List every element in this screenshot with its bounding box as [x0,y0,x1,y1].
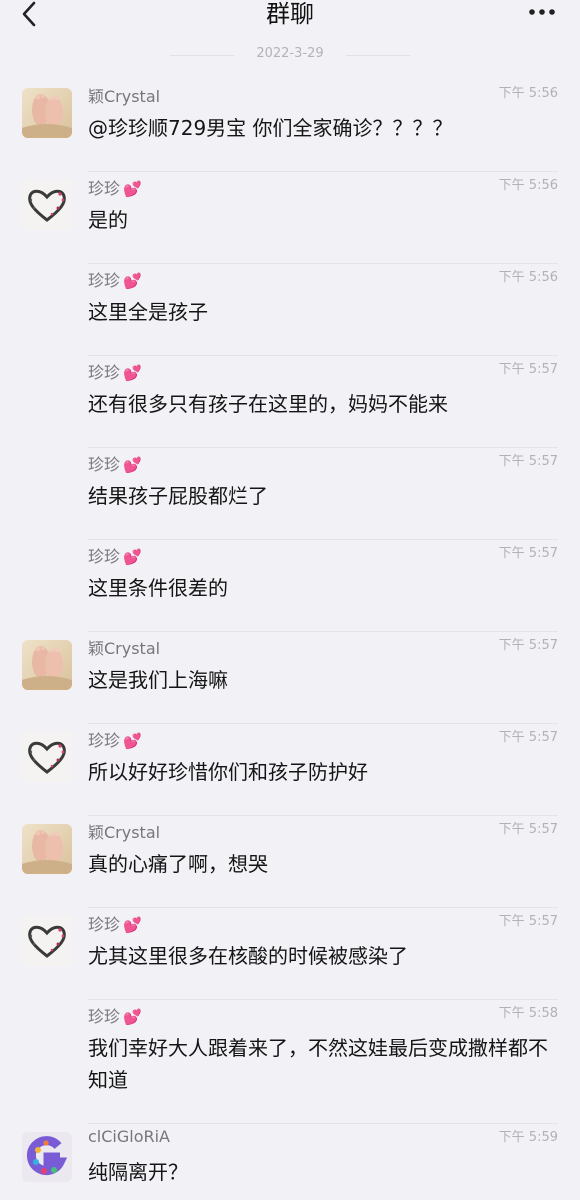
heart-icon: 💕 [123,456,142,474]
date-separator: 2022-3-29 [0,44,580,68]
message-row[interactable]: clCiGloRiA 下午 5:59 纯隔离开？ [0,1124,580,1200]
sender-name-text: 颖Crystal [88,823,161,842]
message-time: 下午 5:57 [498,822,558,837]
sender-name: 颖Crystal [88,83,160,107]
sender-name-text: 珍珍 [88,1007,121,1026]
message-time: 下午 5:57 [498,730,558,745]
message-time: 下午 5:56 [498,86,558,101]
sender-name-text: 珍珍 [88,547,121,566]
message-row[interactable]: 珍珍 💕 下午 5:57 还有很多只有孩子在这里的，妈妈不能来 [0,356,580,448]
message-text: 这是我们上海嘛 [88,668,228,692]
heart-icon: 💕 [123,364,142,382]
message-text: 纯隔离开？ [88,1160,188,1184]
sender-name: 珍珍 💕 [88,175,142,199]
sender-name-text: 珍珍 [88,179,121,198]
page-title: 群聊 [266,0,314,28]
message-text: 结果孩子屁股都烂了 [88,484,268,508]
avatar[interactable] [22,824,72,874]
more-button[interactable] [528,4,558,20]
heart-icon: 💕 [123,180,142,198]
message-text: 真的心痛了啊，想哭 [88,852,268,876]
sender-name-text: clCiGloRiA [88,1127,170,1146]
sender-name: 颖Crystal [88,635,160,659]
message-time: 下午 5:56 [498,270,558,285]
sender-name: 珍珍 💕 [88,267,142,291]
sender-name-text: 珍珍 [88,915,121,934]
message-time: 下午 5:57 [498,914,558,929]
chat-header: 群聊 [0,0,580,36]
sender-name-text: 珍珍 [88,363,121,382]
message-time: 下午 5:58 [498,1006,558,1021]
sender-name: 珍珍 💕 [88,911,142,935]
message-time: 下午 5:59 [498,1130,558,1145]
avatar[interactable] [22,732,72,782]
date-line-right [346,55,410,56]
message-text: 这里条件很差的 [88,576,228,600]
sender-name-text: 颖Crystal [88,87,161,106]
message-row[interactable]: 珍珍 💕 下午 5:57 这里条件很差的 [0,540,580,632]
message-row[interactable]: 颖Crystal 下午 5:57 这是我们上海嘛 [0,632,580,724]
message-row[interactable]: 颖Crystal 下午 5:57 真的心痛了啊，想哭 [0,816,580,908]
avatar[interactable] [22,88,72,138]
message-time: 下午 5:56 [498,178,558,193]
date-label: 2022-3-29 [256,46,324,61]
avatar[interactable] [22,180,72,230]
message-row[interactable]: 颖Crystal 下午 5:56 @珍珍顺729男宝 你们全家确诊？？？？ [0,80,580,172]
avatar[interactable] [22,1132,72,1182]
message-time: 下午 5:57 [498,638,558,653]
message-text: 所以好好珍惜你们和孩子防护好 [88,760,368,784]
message-time: 下午 5:57 [498,546,558,561]
message-text: 还有很多只有孩子在这里的，妈妈不能来 [88,392,448,416]
message-time: 下午 5:57 [498,454,558,469]
sender-name: 珍珍 💕 [88,1003,142,1027]
sender-name-text: 颖Crystal [88,639,161,658]
avatar[interactable] [22,640,72,690]
message-text: 是的 [88,208,128,232]
sender-name: 珍珍 💕 [88,543,142,567]
more-dots-icon [529,9,555,15]
sender-name: 珍珍 💕 [88,451,142,475]
message-text: @珍珍顺729男宝 你们全家确诊？？？？ [88,116,453,140]
heart-icon: 💕 [123,1008,142,1026]
message-row[interactable]: 珍珍 💕 下午 5:57 所以好好珍惜你们和孩子防护好 [0,724,580,816]
message-time: 下午 5:57 [498,362,558,377]
sender-name-text: 珍珍 [88,731,121,750]
heart-icon: 💕 [123,732,142,750]
message-text: 这里全是孩子 [88,300,208,324]
avatar[interactable] [22,916,72,966]
sender-name: 珍珍 💕 [88,359,142,383]
heart-icon: 💕 [123,916,142,934]
heart-icon: 💕 [123,548,142,566]
message-text: 我们幸好大人跟着来了，不然这娃最后变成撒样都不知道 [88,1036,548,1092]
message-row[interactable]: 珍珍 💕 下午 5:58 我们幸好大人跟着来了，不然这娃最后变成撒样都不知道 [0,1000,580,1124]
sender-name: clCiGloRiA [88,1127,170,1146]
message-row[interactable]: 珍珍 💕 下午 5:56 是的 [0,172,580,264]
sender-name: 珍珍 💕 [88,727,142,751]
heart-icon: 💕 [123,272,142,290]
message-row[interactable]: 珍珍 💕 下午 5:56 这里全是孩子 [0,264,580,356]
message-row[interactable]: 珍珍 💕 下午 5:57 结果孩子屁股都烂了 [0,448,580,540]
message-text: 尤其这里很多在核酸的时候被感染了 [88,944,408,968]
message-row[interactable]: 珍珍 💕 下午 5:57 尤其这里很多在核酸的时候被感染了 [0,908,580,1000]
sender-name-text: 珍珍 [88,271,121,290]
sender-name: 颖Crystal [88,819,160,843]
sender-name-text: 珍珍 [88,455,121,474]
